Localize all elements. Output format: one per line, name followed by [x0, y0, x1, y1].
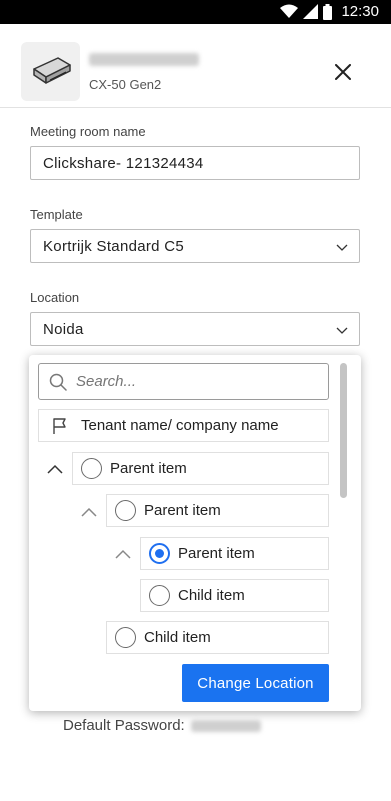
wifi-icon [280, 4, 299, 18]
tree-item[interactable]: Parent item [106, 494, 329, 527]
tree-item-label: Child item [178, 587, 245, 604]
tree-item-selected[interactable]: Parent item [140, 537, 329, 570]
device-serial-blurred [89, 53, 199, 66]
close-button[interactable] [331, 60, 355, 84]
template-value: Kortrijk Standard C5 [43, 237, 185, 255]
status-time: 12:30 [341, 3, 379, 20]
room-name-input[interactable]: Clickshare- 121324434 [30, 146, 360, 180]
tree-item-label: Parent item [110, 460, 187, 477]
status-bar: 12:30 [0, 0, 391, 24]
device-model: CX-50 Gen2 [89, 77, 162, 92]
radio-button-checked[interactable] [149, 543, 170, 564]
tree-item[interactable]: Child item [140, 579, 329, 612]
tree-item-label: Parent item [144, 502, 221, 519]
signal-icon [303, 4, 319, 19]
location-value: Noida [43, 320, 84, 338]
template-select[interactable]: Kortrijk Standard C5 [30, 229, 360, 263]
tenant-row[interactable]: Tenant name/ company name [38, 409, 329, 442]
room-name-label: Meeting room name [30, 124, 146, 139]
battery-icon [323, 3, 333, 20]
tree-item-label: Parent item [178, 545, 255, 562]
close-icon [335, 64, 351, 80]
default-password-label: Default Password: [63, 717, 185, 734]
collapse-caret-icon[interactable] [80, 506, 98, 518]
device-header: CX-50 Gen2 [0, 24, 391, 108]
scrollbar-thumb[interactable] [340, 363, 347, 498]
search-icon [49, 373, 67, 391]
change-location-button[interactable]: Change Location [182, 664, 329, 702]
location-label: Location [30, 290, 80, 305]
radio-button[interactable] [149, 585, 170, 606]
chevron-down-icon [336, 327, 348, 334]
flag-icon [53, 417, 66, 434]
tree-item[interactable]: Parent item [72, 452, 329, 485]
password-blurred [190, 719, 261, 732]
room-name-value: Clickshare- 121324434 [43, 154, 204, 172]
status-icons: 12:30 [280, 3, 379, 20]
clickshare-device-icon [32, 56, 71, 84]
tenant-label: Tenant name/ company name [81, 417, 279, 434]
radio-button[interactable] [115, 500, 136, 521]
search-box[interactable] [38, 363, 329, 400]
default-password: Default Password: [63, 717, 261, 734]
device-thumbnail [21, 42, 80, 101]
radio-button[interactable] [115, 627, 136, 648]
tree-item-label: Child item [144, 629, 211, 646]
search-input[interactable] [76, 373, 296, 390]
collapse-caret-icon[interactable] [46, 463, 64, 475]
radio-button[interactable] [81, 458, 102, 479]
location-select[interactable]: Noida [30, 312, 360, 346]
location-dropdown: Tenant name/ company name Parent item Pa… [29, 355, 361, 711]
template-label: Template [30, 207, 83, 222]
collapse-caret-icon[interactable] [114, 548, 132, 560]
tree-item[interactable]: Child item [106, 621, 329, 654]
chevron-down-icon [336, 244, 348, 251]
